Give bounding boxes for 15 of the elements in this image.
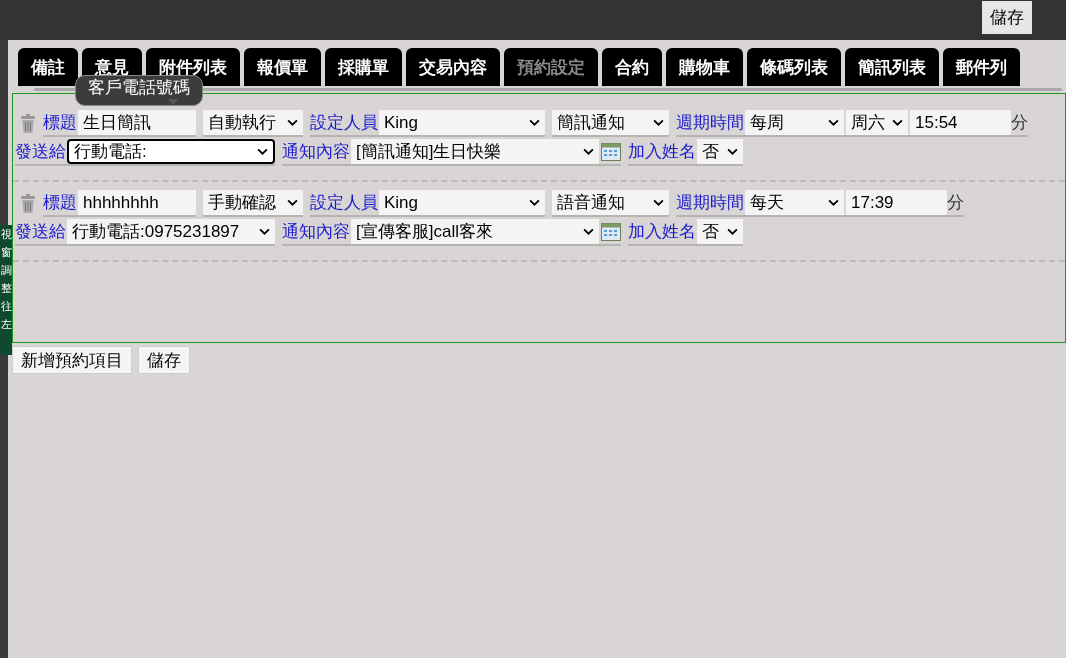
send-to-label: 發送給 — [15, 221, 67, 243]
title-label: 標題 — [43, 192, 78, 214]
period-label: 週期時間 — [676, 192, 745, 214]
staff-label: 設定人員 — [310, 112, 379, 134]
title-label: 標題 — [43, 112, 78, 134]
add-name-label: 加入姓名 — [628, 141, 697, 163]
send-to-label: 發送給 — [15, 141, 67, 163]
content-label: 通知內容 — [282, 221, 351, 243]
minute-unit: 分 — [1011, 112, 1028, 134]
minute-unit: 分 — [947, 192, 964, 214]
period-label: 週期時間 — [676, 112, 745, 134]
staff-label: 設定人員 — [310, 192, 379, 214]
add-name-label: 加入姓名 — [628, 221, 697, 243]
content-label: 通知內容 — [282, 141, 351, 163]
tooltip: 客戶電話號碼 — [75, 75, 203, 106]
